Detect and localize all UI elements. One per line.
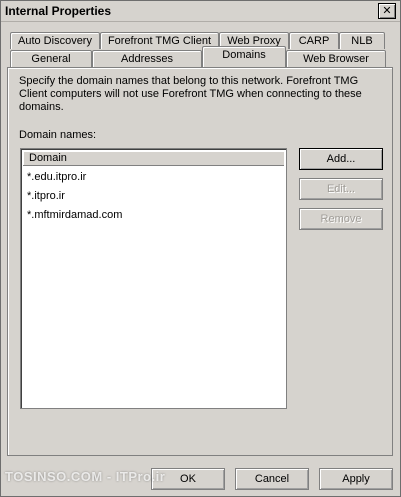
list-item[interactable]: *.itpro.ir — [27, 190, 65, 202]
domain-names-list[interactable]: Domain *.edu.itpro.ir *.itpro.ir *.mftmi… — [20, 148, 287, 409]
domains-description: Specify the domain names that belong to … — [19, 75, 362, 113]
list-item[interactable]: *.mftmirdamad.com — [27, 209, 122, 221]
ok-button[interactable]: OK — [151, 468, 225, 490]
column-header-domain[interactable]: Domain — [23, 151, 284, 166]
window-title: Internal Properties — [5, 4, 112, 18]
close-icon: ✕ — [382, 5, 392, 17]
tab-carp[interactable]: CARP — [289, 32, 339, 49]
add-button[interactable]: Add... — [299, 148, 383, 170]
tab-web-browser[interactable]: Web Browser — [286, 50, 386, 67]
tab-domains[interactable]: Domains — [202, 46, 286, 67]
domain-names-label: Domain names: — [19, 129, 97, 141]
tab-auto-discovery[interactable]: Auto Discovery — [10, 32, 100, 49]
title-bar[interactable]: Internal Properties ✕ — [1, 1, 400, 22]
close-button[interactable]: ✕ — [378, 3, 396, 19]
cancel-button[interactable]: Cancel — [235, 468, 309, 490]
domains-panel: Specify the domain names that belong to … — [7, 67, 393, 456]
tab-nlb[interactable]: NLB — [339, 32, 385, 49]
tab-addresses[interactable]: Addresses — [92, 50, 202, 67]
column-header-label: Domain — [29, 152, 67, 164]
tab-general[interactable]: General — [10, 50, 92, 67]
apply-button[interactable]: Apply — [319, 468, 393, 490]
edit-button[interactable]: Edit... — [299, 178, 383, 200]
properties-dialog: Internal Properties ✕ Auto Discovery For… — [0, 0, 401, 497]
remove-button[interactable]: Remove — [299, 208, 383, 230]
list-item[interactable]: *.edu.itpro.ir — [27, 171, 86, 183]
